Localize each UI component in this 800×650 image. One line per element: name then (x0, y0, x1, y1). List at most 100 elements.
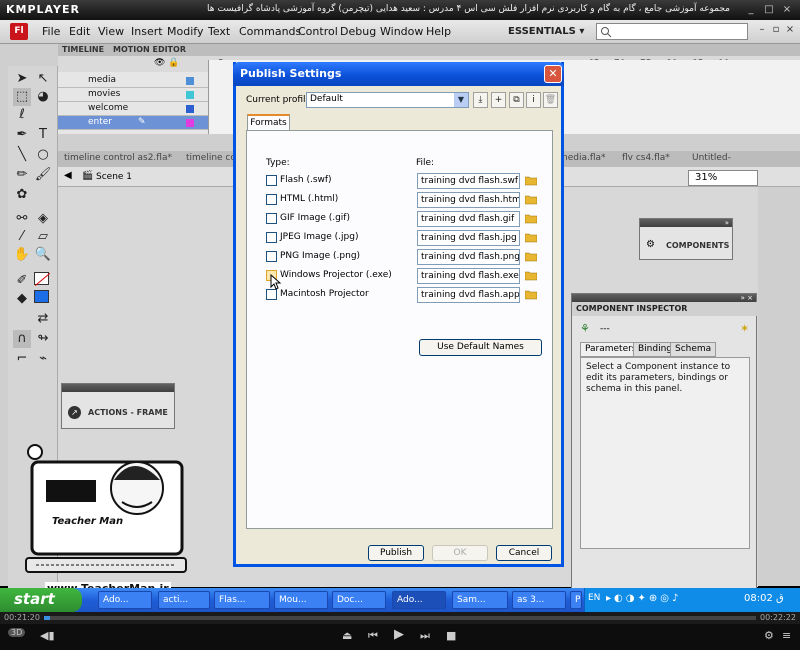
layer-welcome[interactable]: welcome (58, 102, 208, 116)
menu-window[interactable]: Window (380, 25, 423, 38)
volume-icon[interactable]: ◀▮ (40, 629, 55, 642)
selection-tool-icon[interactable]: ➤ (13, 70, 31, 88)
fill-color-swatch[interactable] (34, 290, 49, 303)
taskbar-item-active[interactable]: Ado... (392, 591, 446, 609)
maximize-icon[interactable]: □ (762, 3, 776, 16)
file-input-gif[interactable]: training dvd flash.gif (417, 211, 520, 227)
file-input-html[interactable]: training dvd flash.html (417, 192, 520, 208)
checkbox-jpg[interactable] (266, 232, 277, 243)
dialog-close-icon[interactable]: ✕ (544, 65, 562, 83)
menu-edit[interactable]: Edit (69, 25, 90, 38)
text-tool-icon[interactable]: T (34, 126, 52, 144)
minimize-icon[interactable]: _ (744, 3, 758, 16)
settings-icon[interactable]: ⚙ (764, 629, 774, 642)
add-profile-icon[interactable]: + (491, 92, 506, 108)
menu-text[interactable]: Text (208, 25, 230, 38)
line-tool-icon[interactable]: ╲ (13, 146, 31, 164)
tray-icons[interactable]: ▸◐◑✦⊕◎♪ (606, 593, 681, 604)
menu-file[interactable]: File (42, 25, 60, 38)
doc-tab[interactable]: timeline co (186, 153, 236, 163)
back-arrow-icon[interactable]: ◀ (64, 170, 72, 181)
menu-insert[interactable]: Insert (131, 25, 163, 38)
fill-color-icon[interactable]: ◆ (13, 290, 31, 308)
snap-magnet-icon[interactable]: ∩ (13, 330, 31, 348)
next-icon[interactable]: ⏭ (420, 629, 430, 643)
doc-tab[interactable]: flv cs4.fla* (622, 153, 670, 163)
folder-icon[interactable] (525, 212, 537, 224)
option-icon[interactable]: ⌁ (34, 350, 52, 368)
wizard-icon[interactable]: ✶ (740, 322, 749, 335)
smooth-icon[interactable]: ↬ (34, 330, 52, 348)
help-search-input[interactable] (596, 23, 748, 40)
zoom-tool-icon[interactable]: 🔍 (34, 246, 52, 264)
lock-icon[interactable]: 🔒 (168, 58, 179, 68)
doc-tab[interactable]: Untitled- (692, 153, 731, 163)
play-icon[interactable]: ▶ (394, 627, 404, 642)
file-input-app[interactable]: training dvd flash.app (417, 287, 520, 303)
menu-view[interactable]: View (98, 25, 124, 38)
folder-icon[interactable] (525, 193, 537, 205)
delete-profile-icon[interactable]: 🗑 (543, 92, 558, 108)
language-indicator[interactable]: EN (588, 593, 600, 603)
checkbox-html[interactable] (266, 194, 277, 205)
folder-icon[interactable] (525, 288, 537, 300)
use-default-names-button[interactable]: Use Default Names (419, 339, 542, 356)
tab-formats[interactable]: Formats (247, 114, 290, 131)
checkbox-swf[interactable] (266, 175, 277, 186)
taskbar-item[interactable]: acti... (158, 591, 210, 609)
subselection-tool-icon[interactable]: ↖ (34, 70, 52, 88)
menu-modify[interactable]: Modify (167, 25, 203, 38)
file-input-png[interactable]: training dvd flash.png (417, 249, 520, 265)
folder-icon[interactable] (525, 250, 537, 262)
folder-icon[interactable] (525, 174, 537, 186)
checkbox-png[interactable] (266, 251, 277, 262)
hand-tool-icon[interactable]: ✋ (13, 246, 31, 264)
taskbar-item[interactable]: Ado... (98, 591, 152, 609)
layer-media[interactable]: media (58, 74, 208, 88)
file-input-exe[interactable]: training dvd flash.exe (417, 268, 520, 284)
straighten-icon[interactable]: ⌐ (13, 350, 31, 368)
checkbox-gif[interactable] (266, 213, 277, 224)
start-button[interactable]: start (0, 588, 82, 612)
workspace-switcher[interactable]: ESSENTIALS ▾ (508, 23, 586, 41)
stop-icon[interactable]: ■ (446, 629, 456, 642)
eraser-icon[interactable]: ▱ (34, 228, 52, 246)
cancel-button[interactable]: Cancel (496, 545, 552, 561)
previous-icon[interactable]: ⏮ (368, 629, 378, 643)
tab-schema[interactable]: Schema (670, 342, 717, 357)
brush-tool-icon[interactable]: 🖌 (34, 166, 52, 184)
components-panel[interactable]: » ⚙ COMPONENTS (639, 218, 733, 260)
profile-select[interactable]: Default ▼ (306, 92, 469, 108)
menu-control[interactable]: Control (298, 25, 338, 38)
taskbar-item[interactable]: Sam... (452, 591, 508, 609)
pen-tool-icon[interactable]: ✒ (13, 126, 31, 144)
menu-help[interactable]: Help (426, 25, 451, 38)
file-input-swf[interactable]: training dvd flash.swf (417, 173, 520, 189)
free-transform-icon[interactable]: ⬚ (13, 88, 31, 106)
doc-tab[interactable]: timeline control as2.fla* (64, 153, 172, 163)
tab-timeline[interactable]: TIMELINE (62, 45, 104, 56)
taskbar-item[interactable]: as 3... (512, 591, 566, 609)
app-close-icon[interactable]: × (784, 24, 796, 36)
stroke-color-swatch[interactable] (34, 272, 51, 286)
3d-rotation-icon[interactable]: ◕ (34, 88, 52, 106)
checkbox-app[interactable] (266, 289, 277, 300)
file-input-jpg[interactable]: training dvd flash.jpg (417, 230, 520, 246)
profile-info-icon[interactable]: i (526, 92, 541, 108)
ok-button[interactable]: OK (432, 545, 488, 561)
layer-enter[interactable]: enter ✎ (58, 116, 208, 130)
pencil-tool-icon[interactable]: ✏ (13, 166, 31, 184)
swap-colors-icon[interactable]: ⇄ (34, 310, 52, 328)
taskbar-item[interactable]: Flas... (214, 591, 270, 609)
3d-icon[interactable]: 3D (8, 628, 26, 637)
stroke-color-icon[interactable]: ✐ (13, 272, 31, 290)
tab-motion-editor[interactable]: MOTION EDITOR (113, 45, 186, 56)
eject-icon[interactable]: ⏏ (342, 629, 352, 642)
bone-tool-icon[interactable]: ⚯ (13, 210, 31, 228)
doc-tab[interactable]: nedia.fla* (562, 153, 606, 163)
folder-icon[interactable] (525, 269, 537, 281)
app-restore-icon[interactable]: ▫ (770, 24, 782, 36)
lasso-tool-icon[interactable]: ℓ (13, 106, 31, 124)
oval-tool-icon[interactable]: ○ (34, 146, 52, 164)
eyedropper-icon[interactable]: ⁄ (13, 228, 31, 246)
